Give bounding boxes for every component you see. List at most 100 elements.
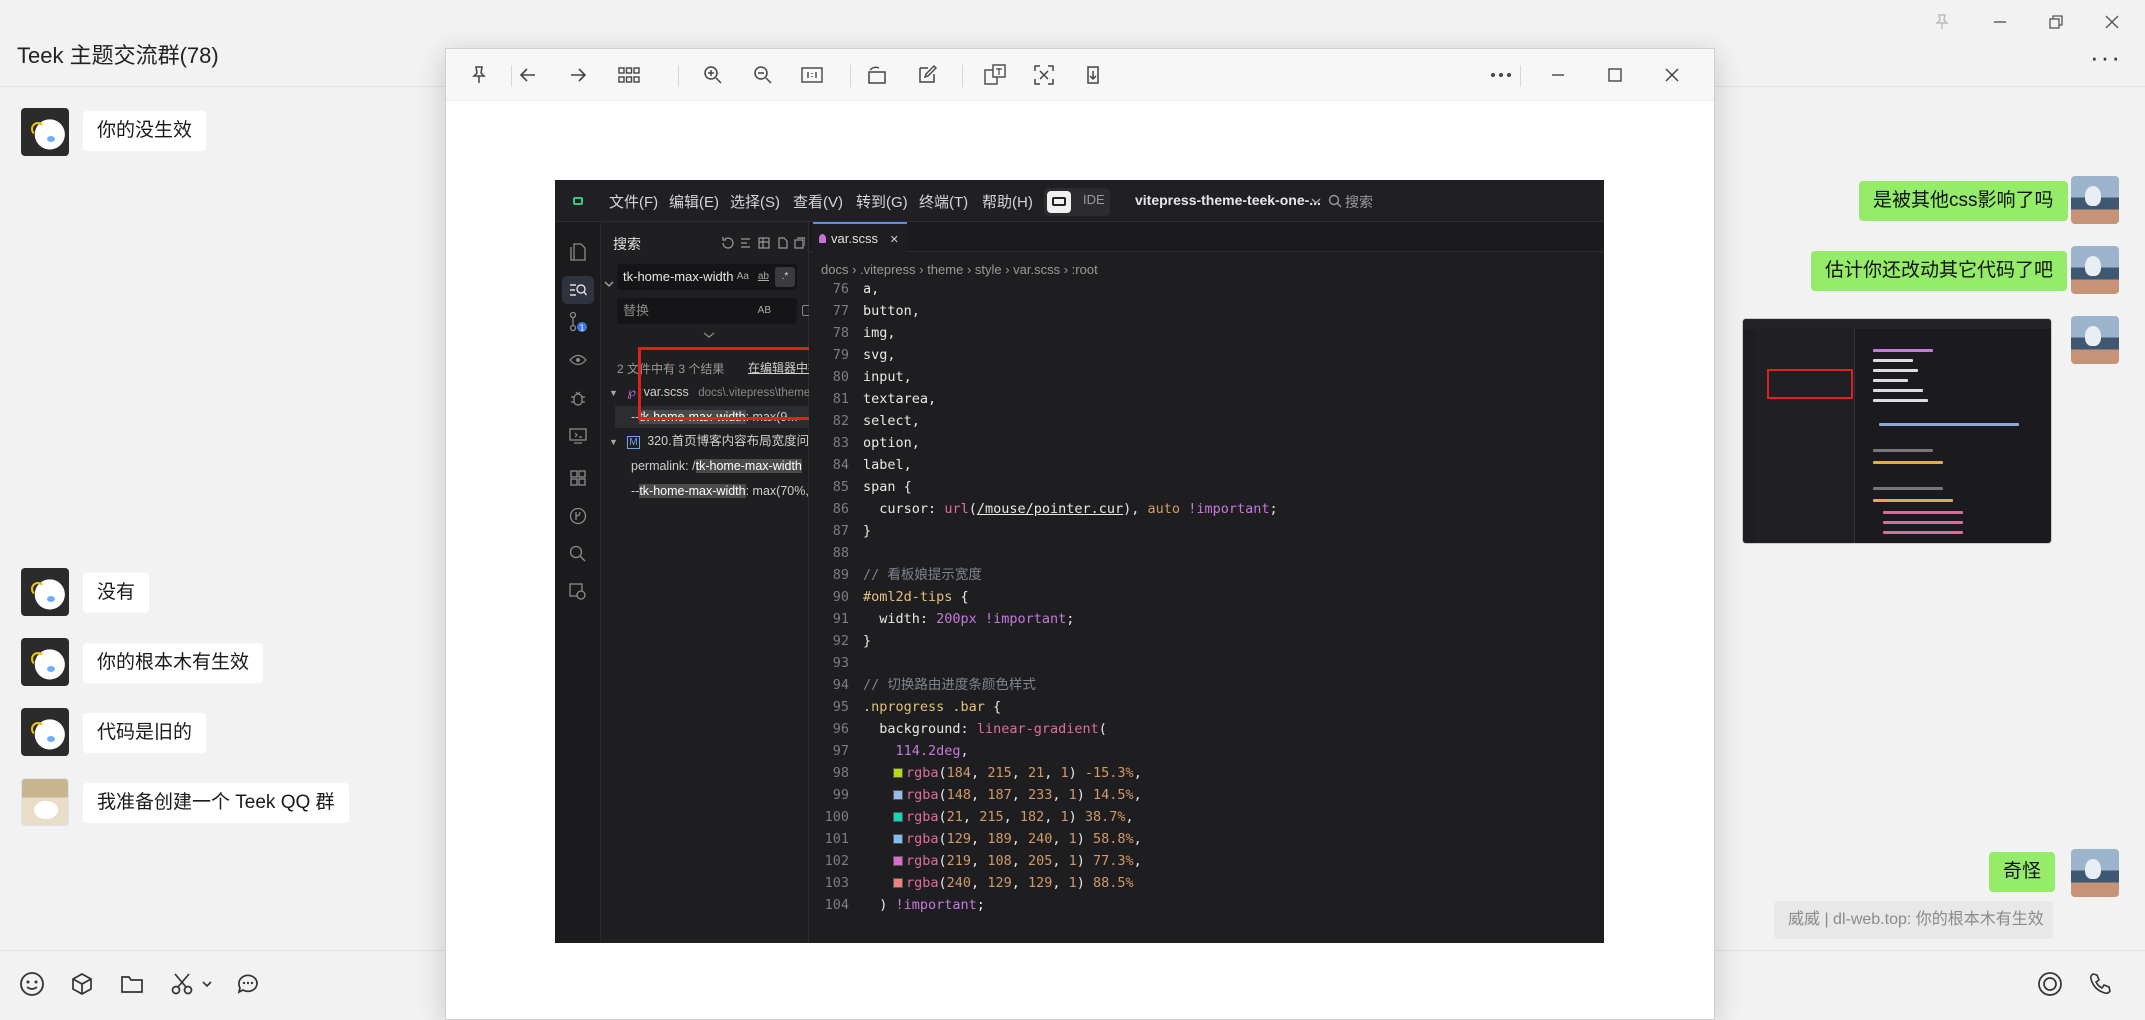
message-bubble: 你的没生效 <box>83 111 207 151</box>
avatar[interactable] <box>2071 849 2119 897</box>
rotate-icon[interactable] <box>862 60 892 90</box>
arrow-right-icon[interactable] <box>563 60 593 90</box>
record-icon[interactable] <box>2035 969 2065 999</box>
code-line: 99 rgba(148, 187, 233, 1) 14.5%, <box>809 784 1604 806</box>
edit-icon[interactable] <box>912 60 942 90</box>
avatar[interactable] <box>2071 246 2119 294</box>
restore-icon[interactable] <box>2036 8 2076 36</box>
code-line: 86 cursor: url(/mouse/pointer.cur), auto… <box>809 498 1604 520</box>
command-search: 搜索 <box>1345 194 1373 210</box>
remote-icon <box>566 424 590 448</box>
grid-icon[interactable] <box>614 60 644 90</box>
code-line: 91 width: 200px !important; <box>809 608 1604 630</box>
actual-size-icon[interactable] <box>797 60 827 90</box>
maximize-icon[interactable] <box>1600 60 1630 90</box>
color-swatch <box>893 768 903 778</box>
avatar[interactable] <box>21 708 69 756</box>
code-text: rgba(240, 129, 129, 1) 88.5% <box>893 872 1134 894</box>
activity-bar: 1 <box>555 222 601 943</box>
download-icon[interactable] <box>1078 60 1108 90</box>
code-text: button, <box>863 303 920 319</box>
avatar[interactable] <box>21 638 69 686</box>
quoted-message[interactable]: 威威 | dl-web.top: 你的根本木有生效 <box>1774 901 2053 939</box>
translate-icon[interactable] <box>980 60 1010 90</box>
chat-bubble-icon[interactable] <box>233 969 263 999</box>
code-line: 93 <box>809 652 1604 674</box>
code-line: 98 rgba(184, 215, 21, 1) -15.3%, <box>809 762 1604 784</box>
line-number: 99 <box>832 787 849 803</box>
line-number: 97 <box>832 743 849 759</box>
zoom-out-icon[interactable] <box>748 60 778 90</box>
code-text: a, <box>863 281 880 297</box>
code-line: 100 rgba(21, 215, 182, 1) 38.7%, <box>809 806 1604 828</box>
line-number: 86 <box>832 501 849 517</box>
avatar[interactable] <box>21 568 69 616</box>
scissors-icon[interactable] <box>167 969 197 999</box>
line-number: 84 <box>832 457 849 473</box>
code-text: // 看板娘提示宽度 <box>863 567 982 583</box>
line-number: 77 <box>832 303 849 319</box>
code-text: rgba(184, 215, 21, 1) -15.3%, <box>893 762 1142 784</box>
line-number: 81 <box>832 391 849 407</box>
emoji-icon[interactable] <box>17 969 47 999</box>
chevron-down-icon <box>703 332 715 338</box>
folder-icon[interactable] <box>117 969 147 999</box>
app-logo-icon <box>573 197 583 205</box>
menu-file: 文件(F) <box>609 194 659 211</box>
chat-title: Teek 主题交流群(78) <box>17 43 219 68</box>
minimize-icon[interactable] <box>1543 60 1573 90</box>
menu-view: 查看(V) <box>793 194 843 211</box>
chevron-down-icon[interactable] <box>198 969 216 999</box>
pin-icon[interactable] <box>464 60 494 90</box>
menu-edit: 编辑(E) <box>669 194 719 211</box>
line-number: 89 <box>832 567 849 583</box>
line-number: 96 <box>832 721 849 737</box>
minimize-icon[interactable] <box>1980 8 2020 36</box>
ide-screenshot: 文件(F) 编辑(E) 选择(S) 查看(V) 转到(G) 终端(T) 帮助(H… <box>555 180 1604 943</box>
box-icon[interactable] <box>67 969 97 999</box>
svg-text:1: 1 <box>580 324 585 333</box>
avatar[interactable] <box>21 108 69 156</box>
search-panel: 搜索 tk-home-max-width Aa ab .* 替换 AB 2 文件… <box>601 222 851 943</box>
code-text: cursor: url(/mouse/pointer.cur), auto !i… <box>879 501 1278 517</box>
code-line: 94 // 切换路由进度条颜色样式 <box>809 674 1604 696</box>
line-number: 92 <box>832 633 849 649</box>
viewer-toolbar <box>446 49 1714 101</box>
zoom-in-icon[interactable] <box>698 60 728 90</box>
more-icon[interactable]: ··· <box>2090 44 2122 70</box>
source-control-icon: 1 <box>566 310 590 334</box>
code-text: span { <box>863 479 912 495</box>
code-text: label, <box>863 457 912 473</box>
avatar[interactable] <box>2071 176 2119 224</box>
close-icon[interactable] <box>2092 8 2132 36</box>
pin-icon[interactable] <box>1922 8 1962 36</box>
line-number: 91 <box>832 611 849 627</box>
result-file: ▼ M 320.首页博客内容布局宽度问题.... 2 <box>609 434 841 449</box>
code-text: width: 200px !important; <box>879 611 1075 627</box>
code-line: 104 ) !important; <box>809 894 1604 916</box>
message-bubble: 我准备创建一个 Teek QQ 群 <box>83 783 349 823</box>
code-line: 82 select, <box>809 410 1604 432</box>
search-input: tk-home-max-width Aa ab .* <box>617 264 797 290</box>
code-text: rgba(148, 187, 233, 1) 14.5%, <box>893 784 1142 806</box>
image-message-thumbnail[interactable] <box>1742 318 2052 544</box>
close-icon[interactable] <box>1657 60 1687 90</box>
scan-icon[interactable] <box>1029 60 1059 90</box>
more-icon[interactable] <box>1486 60 1516 90</box>
code-text: option, <box>863 435 920 451</box>
code-line: 96 background: linear-gradient( <box>809 718 1604 740</box>
code-line: 85 span { <box>809 476 1604 498</box>
code-line: 79 svg, <box>809 344 1604 366</box>
line-number: 79 <box>832 347 849 363</box>
line-number: 101 <box>824 831 849 847</box>
code-line: 92} <box>809 630 1604 652</box>
avatar[interactable] <box>21 778 69 826</box>
editor-tabs: var.scss ✕ <box>809 222 1604 252</box>
arrow-left-icon[interactable] <box>513 60 543 90</box>
debug-icon <box>566 386 590 410</box>
code-text: rgba(21, 215, 182, 1) 38.7%, <box>893 806 1134 828</box>
git-graph-icon <box>566 504 590 528</box>
avatar[interactable] <box>2071 316 2119 364</box>
line-number: 80 <box>832 369 849 385</box>
phone-icon[interactable] <box>2085 969 2115 999</box>
